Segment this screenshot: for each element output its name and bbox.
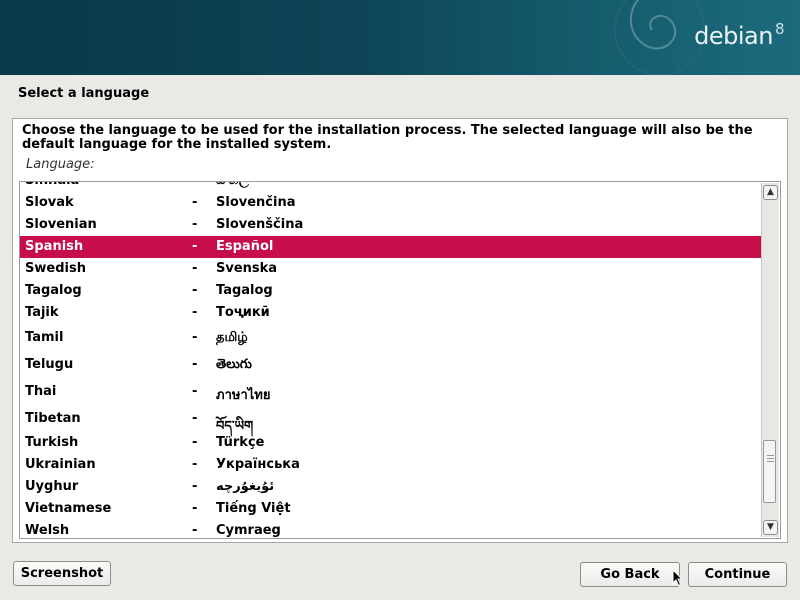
- language-native-name: Cymraeg: [216, 523, 281, 538]
- separator-dash: -: [192, 283, 198, 298]
- continue-button[interactable]: Continue: [688, 562, 787, 587]
- screenshot-button[interactable]: Screenshot: [13, 561, 111, 586]
- language-native-name: Slovenčina: [216, 195, 296, 210]
- separator-dash: -: [192, 384, 198, 399]
- language-list-item[interactable]: Turkish - Türkçe: [20, 432, 762, 454]
- language-name: Spanish: [25, 239, 84, 254]
- language-list-item[interactable]: Vietnamese - Tiếng Việt: [20, 498, 762, 520]
- language-name: Sinhala: [25, 182, 79, 188]
- language-native-name: Tiếng Việt: [216, 501, 291, 516]
- scrollbar[interactable]: ▲ ▼: [761, 183, 779, 537]
- scroll-up-arrow-icon[interactable]: ▲: [763, 185, 778, 200]
- header-banner: debian 8: [0, 0, 800, 75]
- page-title: Select a language: [18, 86, 150, 101]
- separator-dash: -: [192, 435, 198, 450]
- language-list-item[interactable]: Telugu - తెలుగు: [20, 351, 762, 378]
- description-text: Choose the language to be used for the i…: [22, 123, 753, 152]
- language-name: Tajik: [25, 305, 59, 320]
- grip-line: [767, 457, 774, 459]
- separator-dash: -: [192, 457, 198, 472]
- language-list-item[interactable]: Tagalog - Tagalog: [20, 280, 762, 302]
- language-native-name: Українська: [216, 457, 300, 472]
- separator-dash: -: [192, 239, 198, 254]
- language-name: Tibetan: [25, 411, 81, 426]
- language-list-item[interactable]: Thai - ภาษาไทย: [20, 378, 762, 405]
- language-list-item[interactable]: Spanish - Español: [20, 236, 762, 258]
- language-name: Turkish: [25, 435, 79, 450]
- separator-dash: -: [192, 523, 198, 538]
- language-list-item[interactable]: Sinhala - සිංහල: [20, 182, 762, 192]
- language-native-name: ئۇيغۇرچە: [216, 479, 275, 494]
- separator-dash: -: [192, 217, 198, 232]
- go-back-button[interactable]: Go Back: [580, 562, 680, 587]
- language-native-name: Türkçe: [216, 435, 265, 450]
- language-native-name: తెలుగు: [216, 357, 252, 372]
- language-list-item[interactable]: Slovak - Slovenčina: [20, 192, 762, 214]
- separator-dash: -: [192, 305, 198, 320]
- mouse-pointer-icon: [672, 569, 684, 587]
- scroll-down-arrow-icon[interactable]: ▼: [763, 520, 778, 535]
- language-native-name: Тоҷикӣ: [216, 305, 270, 320]
- language-list[interactable]: Sinhala - සිංහල Slovak - Slovenčina Slovenian -…: [19, 181, 781, 539]
- language-name: Tamil: [25, 330, 64, 345]
- language-native-name: ภาษาไทย: [216, 388, 271, 403]
- language-name: Slovak: [25, 195, 74, 210]
- separator-dash: -: [192, 330, 198, 345]
- grip-line: [767, 460, 774, 462]
- language-name: Thai: [25, 384, 57, 399]
- language-native-name: සිංහල: [216, 182, 249, 188]
- language-name: Telugu: [25, 357, 74, 372]
- separator-dash: -: [192, 479, 198, 494]
- language-list-item[interactable]: Tibetan - བོད་ཡིག: [20, 405, 762, 434]
- separator-dash: -: [192, 195, 198, 210]
- language-list-item[interactable]: Welsh - Cymraeg: [20, 520, 762, 538]
- language-list-item[interactable]: Slovenian - Slovenščina: [20, 214, 762, 236]
- debian-logo: debian 8: [694, 20, 784, 50]
- separator-dash: -: [192, 411, 198, 426]
- language-native-name: Slovenščina: [216, 217, 304, 232]
- separator-dash: -: [192, 357, 198, 372]
- language-name: Welsh: [25, 523, 70, 538]
- language-name: Tagalog: [25, 283, 82, 298]
- language-list-item[interactable]: Swedish - Svenska: [20, 258, 762, 280]
- language-list-item[interactable]: Tamil - தமிழ்: [20, 324, 762, 351]
- language-list-item[interactable]: Uyghur - ئۇيغۇرچە: [20, 476, 762, 498]
- language-name: Swedish: [25, 261, 86, 276]
- scrollbar-thumb[interactable]: [763, 439, 776, 504]
- language-native-name: Tagalog: [216, 283, 273, 298]
- separator-dash: -: [192, 261, 198, 276]
- grip-line: [767, 454, 774, 456]
- language-list-item[interactable]: Ukrainian - Українська: [20, 454, 762, 476]
- language-native-name: தமிழ்: [216, 330, 248, 345]
- language-list-label: Language:: [26, 157, 95, 172]
- language-name: Slovenian: [25, 217, 97, 232]
- language-name: Ukrainian: [25, 457, 96, 472]
- language-name: Vietnamese: [25, 501, 112, 516]
- language-native-name: Svenska: [216, 261, 278, 276]
- language-name: Uyghur: [25, 479, 79, 494]
- language-native-name: Español: [216, 239, 274, 254]
- language-list-item[interactable]: Tajik - Тоҷикӣ: [20, 302, 762, 324]
- separator-dash: -: [192, 501, 198, 516]
- separator-dash: -: [192, 182, 197, 188]
